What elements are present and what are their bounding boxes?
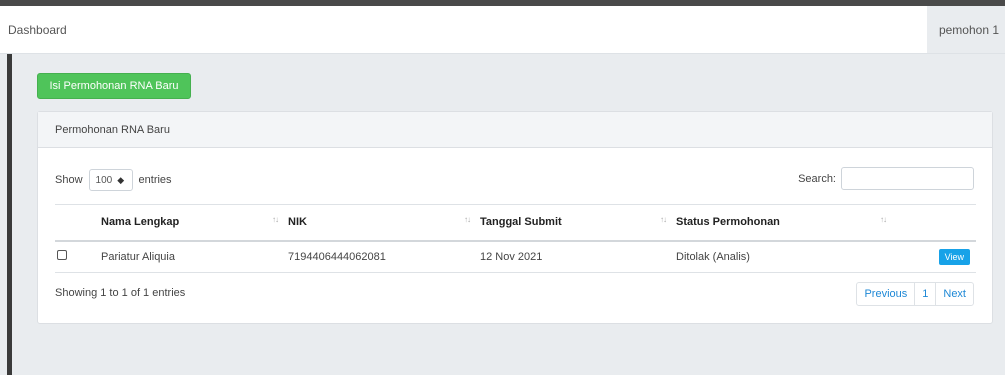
applications-card: Permohonan RNA Baru Show 100 ◆ entries S… — [37, 111, 993, 324]
entries-select[interactable]: 100 ◆ — [88, 169, 133, 191]
header-nik[interactable]: NIK ↑↓ — [288, 204, 480, 242]
header-status-permohonan[interactable]: Status Permohonan ↑↓ — [676, 204, 896, 242]
top-navbar: Dashboard pemohon 1 — [0, 6, 1005, 54]
page-1-button[interactable]: 1 — [914, 283, 935, 305]
show-label: Show — [55, 174, 83, 186]
cell-action: View — [896, 240, 976, 273]
sidebar-edge — [7, 54, 12, 375]
applications-table: Nama Lengkap ↑↓ NIK ↑↓ Tanggal Submit ↑↓ St… — [55, 204, 976, 273]
sort-icon: ↑↓ — [272, 215, 279, 224]
search-control: Search: — [798, 167, 974, 190]
header-tanggal-submit[interactable]: Tanggal Submit ↑↓ — [480, 204, 676, 242]
header-select — [55, 204, 101, 242]
view-button[interactable]: View — [938, 248, 970, 265]
entries-select-value: 100 — [95, 174, 113, 186]
search-label: Search: — [798, 172, 836, 185]
row-checkbox[interactable] — [57, 250, 67, 261]
entries-label: entries — [138, 174, 172, 186]
user-menu[interactable]: pemohon 1 — [927, 6, 1005, 53]
search-input[interactable] — [841, 167, 974, 190]
card-title: Permohonan RNA Baru — [55, 123, 170, 136]
next-page-button[interactable]: Next — [935, 283, 973, 305]
cell-tanggal: 12 Nov 2021 — [480, 240, 676, 273]
header-action — [896, 204, 976, 242]
select-caret-icon: ◆ — [117, 174, 125, 185]
cell-status: Ditolak (Analis) — [676, 240, 896, 273]
entries-length-control: Show 100 ◆ entries — [55, 169, 172, 191]
user-name: pemohon 1 — [938, 22, 999, 37]
row-checkbox-cell — [55, 240, 101, 273]
previous-page-button[interactable]: Previous — [857, 283, 914, 305]
card-header: Permohonan RNA Baru — [38, 112, 992, 148]
sort-icon: ↑↓ — [464, 215, 471, 224]
table-info: Showing 1 to 1 of 1 entries — [55, 287, 186, 299]
sort-icon: ↑↓ — [880, 215, 887, 224]
header-nama-lengkap[interactable]: Nama Lengkap ↑↓ — [101, 204, 288, 242]
table-header-row: Nama Lengkap ↑↓ NIK ↑↓ Tanggal Submit ↑↓ St… — [55, 204, 976, 242]
dashboard-link[interactable]: Dashboard — [8, 23, 67, 37]
table-row: Pariatur Aliquia 7194406444062081 12 Nov… — [55, 240, 976, 273]
cell-nama: Pariatur Aliquia — [101, 240, 288, 273]
new-application-button[interactable]: Isi Permohonan RNA Baru — [37, 73, 191, 99]
sort-icon: ↑↓ — [660, 215, 667, 224]
cell-nik: 7194406444062081 — [288, 240, 480, 273]
pagination: Previous 1 Next — [856, 282, 974, 306]
